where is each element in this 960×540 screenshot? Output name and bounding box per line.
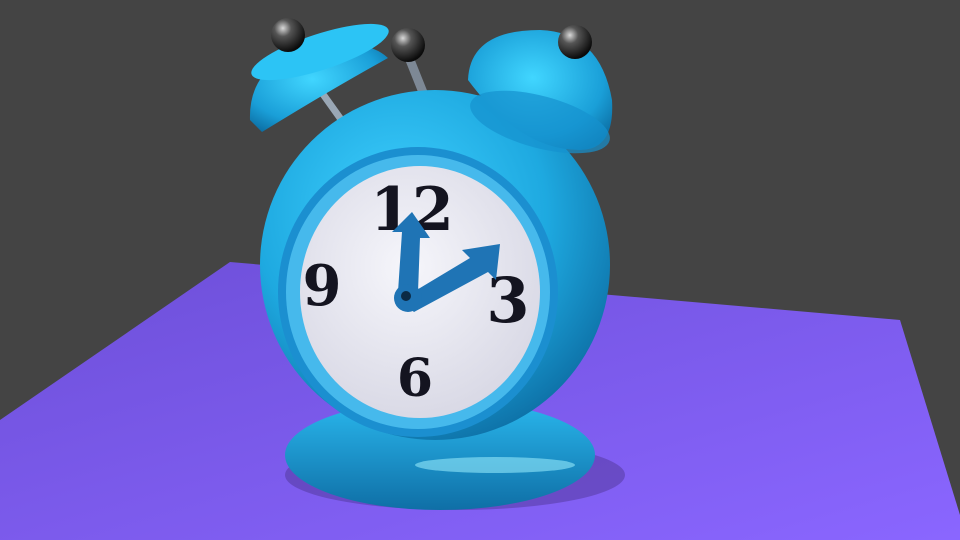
right-bell-knob [558, 25, 592, 59]
center-knob [391, 28, 425, 62]
hands-center-dot [401, 291, 411, 301]
numeral-9: 9 [303, 253, 342, 319]
clock-base-highlight [415, 457, 575, 473]
alarm-clock-scene: 12 3 6 9 [0, 18, 960, 540]
left-bell-knob [271, 18, 305, 52]
numeral-6: 6 [397, 348, 433, 409]
